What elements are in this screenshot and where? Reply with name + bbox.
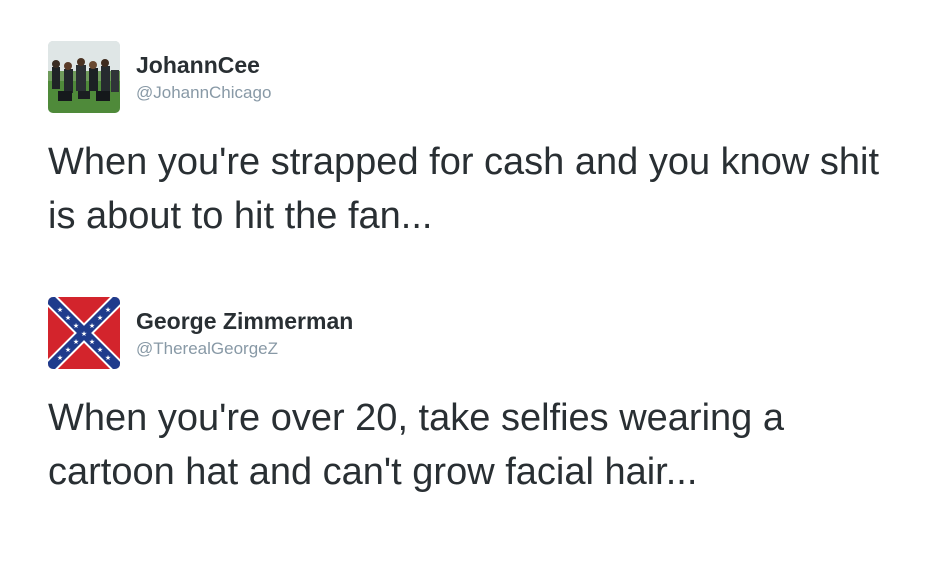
svg-text:★: ★ (81, 330, 87, 338)
tweet-card: JohannCee @JohannChicago When you're str… (48, 41, 928, 243)
svg-text:★: ★ (57, 306, 63, 314)
tweet-text: When you're strapped for cash and you kn… (48, 141, 880, 237)
confederate-flag-avatar-image: ★ ★ ★ ★ ★ ★ ★ ★ ★ ★ ★ ★ ★ (48, 297, 120, 369)
svg-text:★: ★ (105, 306, 111, 314)
author-names: JohannCee @JohannChicago (136, 41, 271, 104)
user-handle[interactable]: @JohannChicago (136, 82, 271, 104)
svg-text:★: ★ (89, 338, 95, 346)
svg-text:★: ★ (73, 338, 79, 346)
svg-text:★: ★ (97, 314, 103, 322)
author-names: George Zimmerman @TherealGeorgeZ (136, 297, 353, 360)
svg-text:★: ★ (105, 354, 111, 362)
tweet-text: When you're over 20, take selfies wearin… (48, 397, 784, 493)
svg-text:★: ★ (65, 314, 71, 322)
tweet-card: ★ ★ ★ ★ ★ ★ ★ ★ ★ ★ ★ ★ ★ George Zimmerm… (48, 297, 928, 499)
svg-text:★: ★ (73, 322, 79, 330)
svg-text:★: ★ (65, 346, 71, 354)
team-photo-avatar[interactable] (48, 41, 120, 113)
confederate-flag-avatar[interactable]: ★ ★ ★ ★ ★ ★ ★ ★ ★ ★ ★ ★ ★ (48, 297, 120, 369)
user-handle[interactable]: @TherealGeorgeZ (136, 338, 353, 360)
svg-text:★: ★ (97, 346, 103, 354)
svg-text:★: ★ (89, 322, 95, 330)
tweet-header: JohannCee @JohannChicago (48, 41, 928, 113)
tweet-header: ★ ★ ★ ★ ★ ★ ★ ★ ★ ★ ★ ★ ★ George Zimmerm… (48, 297, 928, 369)
display-name[interactable]: George Zimmerman (136, 307, 353, 335)
svg-text:★: ★ (57, 354, 63, 362)
team-photo-avatar-image (48, 41, 120, 113)
display-name[interactable]: JohannCee (136, 51, 271, 79)
